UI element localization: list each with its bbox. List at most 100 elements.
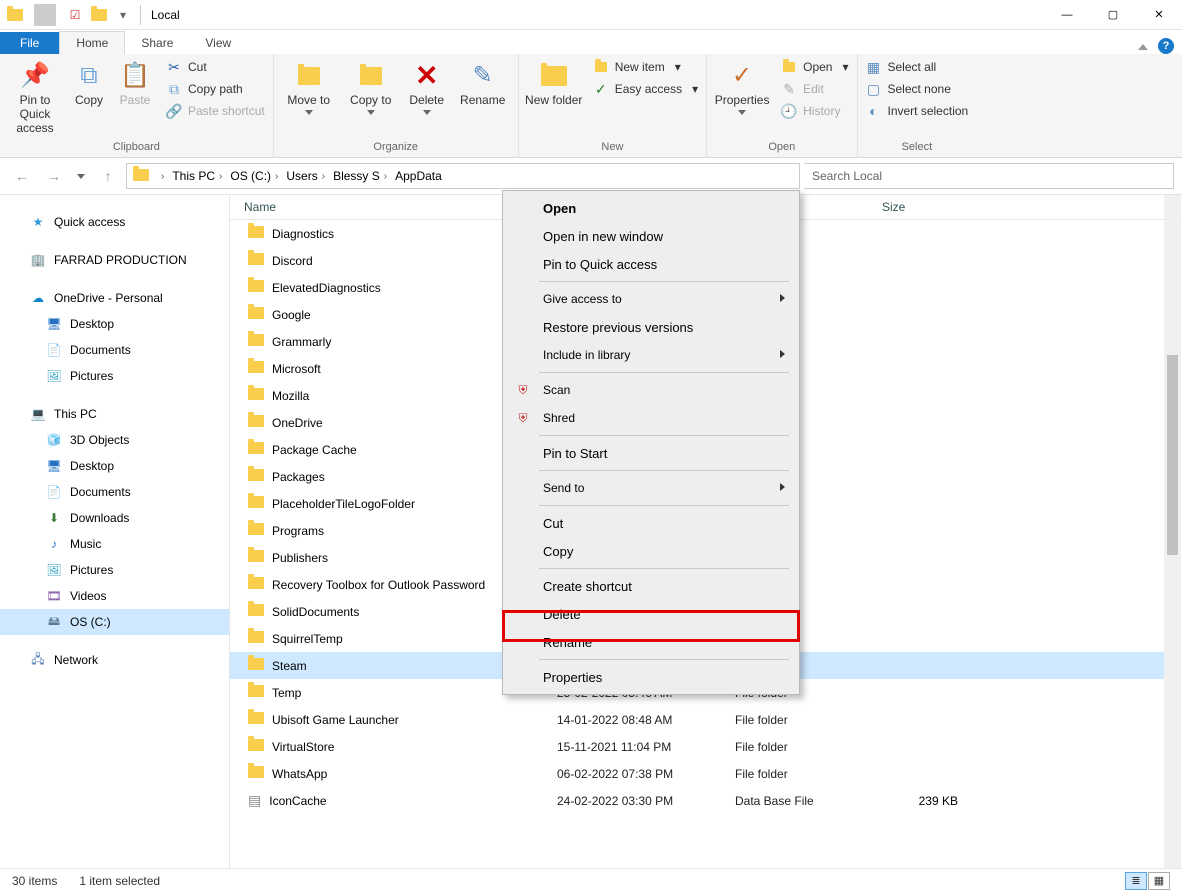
ctx-send-to[interactable]: Send to [505,474,797,502]
file-type: File folder [735,713,882,727]
rename-icon: ✎ [467,60,499,92]
nav-music[interactable]: ♪Music [0,531,229,557]
paste-shortcut-button[interactable]: 🔗Paste shortcut [162,100,269,122]
up-button[interactable]: ↑ [94,162,122,190]
delete-button[interactable]: ✕Delete [402,56,452,119]
forward-button[interactable]: → [40,162,68,190]
history-button[interactable]: 🕘History [777,100,852,122]
select-all-button[interactable]: ▦Select all [862,56,973,78]
nav-od-desktop[interactable]: 🖥Desktop [0,311,229,337]
rename-button[interactable]: ✎Rename [452,56,514,112]
file-row[interactable]: WhatsApp06-02-2022 07:38 PMFile folder [230,760,1164,787]
status-item-count: 30 items [12,874,57,888]
ctx-pin-start[interactable]: Pin to Start [505,439,797,467]
maximize-button[interactable]: ▢ [1090,0,1136,30]
move-to-button[interactable]: Move to [278,56,340,119]
qat-folder-icon [4,4,26,26]
nav-farrad[interactable]: 🏢FARRAD PRODUCTION [0,247,229,273]
close-button[interactable]: ✕ [1136,0,1182,30]
easy-access-button[interactable]: ✓Easy access ▾ [589,78,702,100]
copy-path-button[interactable]: ⧉Copy path [162,78,269,100]
nav-documents[interactable]: 📄Documents [0,479,229,505]
nav-pictures[interactable]: 🖼Pictures [0,557,229,583]
copy-to-button[interactable]: Copy to [340,56,402,119]
crumb-4[interactable]: AppData [391,169,446,183]
group-label-select: Select [902,139,933,157]
invert-selection-button[interactable]: ◐Invert selection [862,100,973,122]
nav-desktop[interactable]: 🖥Desktop [0,453,229,479]
ctx-shred[interactable]: ⛨Shred [505,404,797,432]
crumb-0[interactable]: This PC› [168,169,226,183]
file-name: WhatsApp [272,767,327,781]
nav-onedrive[interactable]: ☁OneDrive - Personal [0,285,229,311]
nav-videos[interactable]: 🎞Videos [0,583,229,609]
nav-od-documents[interactable]: 📄Documents [0,337,229,363]
address-bar[interactable]: › This PC› OS (C:)› Users› Blessy S› App… [126,163,800,189]
copy-button[interactable]: ⧉Copy [66,56,112,112]
ctx-open-new-window[interactable]: Open in new window [505,222,797,250]
ctx-pin-quick[interactable]: Pin to Quick access [505,250,797,278]
scrollbar[interactable] [1164,195,1181,868]
file-icon: ▤ [248,792,261,809]
tab-view[interactable]: View [189,32,247,54]
ctx-restore-previous[interactable]: Restore previous versions [505,313,797,341]
nav-os-c[interactable]: 🖴OS (C:) [0,609,229,635]
col-size[interactable]: Size [882,200,982,214]
folder-icon [248,279,264,297]
crumb-2[interactable]: Users› [282,169,329,183]
qat-dropdown[interactable]: ▾ [112,4,134,26]
pin-quick-access-button[interactable]: 📌Pin to Quick access [4,56,66,139]
ctx-give-access[interactable]: Give access to [505,285,797,313]
ctx-properties[interactable]: Properties [505,663,797,691]
qat-properties-icon[interactable]: ☑ [64,4,86,26]
back-button[interactable]: ← [8,162,36,190]
nav-downloads[interactable]: ⬇Downloads [0,505,229,531]
file-row[interactable]: Ubisoft Game Launcher14-01-2022 08:48 AM… [230,706,1164,733]
properties-button[interactable]: ✓Properties [711,56,773,119]
new-folder-button[interactable]: New folder [523,56,585,112]
tab-home[interactable]: Home [59,31,125,54]
properties-icon: ✓ [726,60,758,92]
scrollbar-thumb[interactable] [1167,355,1178,555]
view-details-button[interactable]: ≣ [1125,872,1147,890]
paste-icon: 📋 [119,60,151,92]
tab-share[interactable]: Share [125,32,189,54]
ctx-rename[interactable]: Rename [505,628,797,656]
file-row[interactable]: ▤IconCache24-02-2022 03:30 PMData Base F… [230,787,1164,814]
search-input[interactable]: Search Local [804,163,1174,189]
ctx-include-library[interactable]: Include in library [505,341,797,369]
ctx-copy[interactable]: Copy [505,537,797,565]
ctx-open[interactable]: Open [505,194,797,222]
view-large-icons-button[interactable]: ▦ [1148,872,1170,890]
crumb-1[interactable]: OS (C:)› [226,169,282,183]
open-button[interactable]: Open ▾ [777,56,852,78]
ctx-scan[interactable]: ⛨Scan [505,376,797,404]
paste-button[interactable]: 📋Paste [112,56,158,112]
edit-button[interactable]: ✎Edit [777,78,852,100]
tab-file[interactable]: File [0,32,59,54]
nav-quick-access[interactable]: ★Quick access [0,209,229,235]
nav-3d-objects[interactable]: 🧊3D Objects [0,427,229,453]
folder-icon [248,360,264,378]
ctx-cut[interactable]: Cut [505,509,797,537]
file-name: PlaceholderTileLogoFolder [272,497,415,511]
ribbon-collapse-icon[interactable] [1138,39,1148,53]
select-none-button[interactable]: ▢Select none [862,78,973,100]
file-name: Microsoft [272,362,321,376]
cut-button[interactable]: ✂Cut [162,56,269,78]
qat-newfolder-icon[interactable] [88,4,110,26]
recent-button[interactable] [72,162,90,190]
new-item-button[interactable]: New item ▾ [589,56,702,78]
nav-this-pc[interactable]: 💻This PC [0,401,229,427]
ctx-create-shortcut[interactable]: Create shortcut [505,572,797,600]
minimize-button[interactable]: — [1044,0,1090,30]
crumb-3[interactable]: Blessy S› [329,169,391,183]
nav-od-pictures[interactable]: 🖼Pictures [0,363,229,389]
ctx-delete[interactable]: Delete [505,600,797,628]
folder-icon [248,576,264,594]
help-icon[interactable]: ? [1158,38,1174,54]
file-name: Temp [272,686,301,700]
nav-network[interactable]: 🖧Network [0,647,229,673]
file-row[interactable]: VirtualStore15-11-2021 11:04 PMFile fold… [230,733,1164,760]
file-date: 24-02-2022 03:30 PM [557,794,735,808]
